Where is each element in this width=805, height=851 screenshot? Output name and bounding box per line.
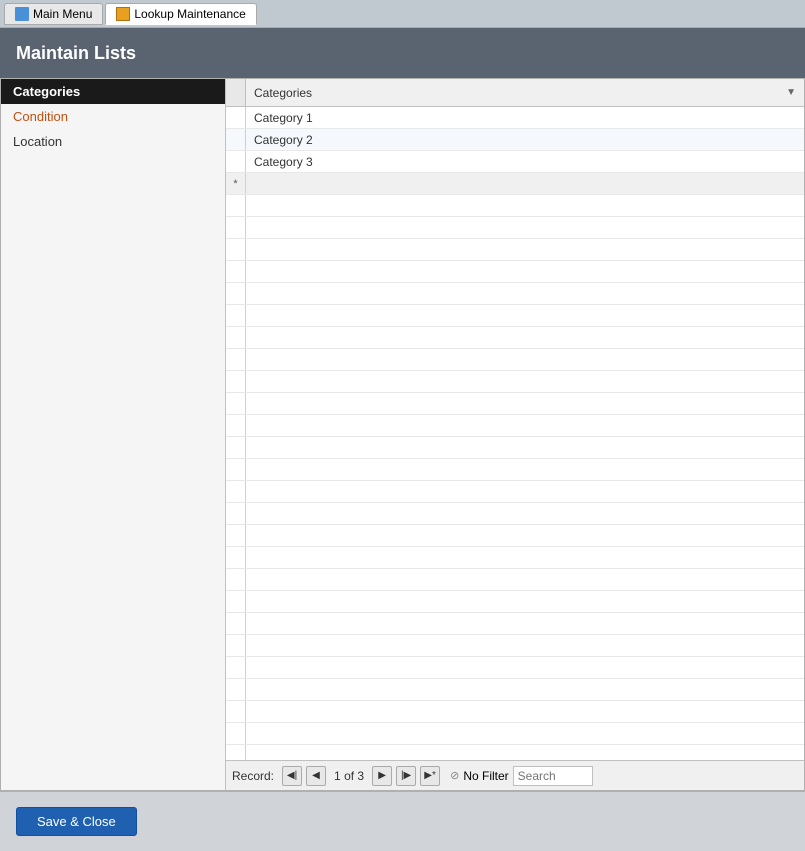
sidebar: Categories Condition Location	[1, 79, 226, 790]
save-close-button[interactable]: Save & Close	[16, 807, 137, 836]
record-label: Record:	[232, 769, 274, 783]
row-cell-1[interactable]: Category 1	[246, 107, 804, 128]
row-indicator-2	[226, 129, 246, 150]
empty-row	[226, 195, 804, 217]
empty-row	[226, 327, 804, 349]
tab-main-menu[interactable]: Main Menu	[4, 3, 103, 25]
empty-row	[226, 437, 804, 459]
tab-bar: Main Menu Lookup Maintenance	[0, 0, 805, 28]
next-record-button[interactable]: ▶	[372, 766, 392, 786]
empty-row	[226, 657, 804, 679]
lookup-icon	[116, 7, 130, 21]
column-dropdown-icon[interactable]: ▼	[786, 87, 796, 98]
record-info: 1 of 3	[334, 769, 364, 783]
column-header-label: Categories	[254, 86, 312, 100]
empty-row	[226, 503, 804, 525]
main-menu-icon	[15, 7, 29, 21]
filter-icon: ⊘	[450, 769, 459, 782]
empty-row	[226, 635, 804, 657]
filter-label: No Filter	[463, 769, 508, 783]
empty-row	[226, 613, 804, 635]
empty-row	[226, 679, 804, 701]
filter-area: ⊘ No Filter	[450, 769, 509, 783]
table-row[interactable]: Category 2	[226, 129, 804, 151]
first-record-button[interactable]: ◀|	[282, 766, 302, 786]
new-row-indicator: *	[226, 173, 246, 194]
tab-lookup-maintenance[interactable]: Lookup Maintenance	[105, 3, 256, 25]
new-record-button[interactable]: ▶*	[420, 766, 440, 786]
empty-row	[226, 591, 804, 613]
empty-row	[226, 371, 804, 393]
right-panel: Categories ▼ Category 1 Category 2 Categ…	[226, 79, 804, 790]
nav-bar: Record: ◀| ◀ 1 of 3 ▶ |▶ ▶* ⊘ No Filter	[226, 760, 804, 790]
empty-row	[226, 217, 804, 239]
new-row[interactable]: *	[226, 173, 804, 195]
empty-row	[226, 415, 804, 437]
empty-row	[226, 349, 804, 371]
row-num-header	[226, 79, 246, 106]
bottom-bar: Save & Close	[0, 791, 805, 851]
empty-row	[226, 547, 804, 569]
tab-lookup-maintenance-label: Lookup Maintenance	[134, 7, 245, 21]
empty-row	[226, 745, 804, 760]
empty-row	[226, 569, 804, 591]
main-content: Categories Condition Location Categories…	[0, 78, 805, 791]
table-row[interactable]: Category 3	[226, 151, 804, 173]
empty-row	[226, 481, 804, 503]
search-input[interactable]	[513, 766, 593, 786]
row-indicator-3	[226, 151, 246, 172]
row-cell-3[interactable]: Category 3	[246, 151, 804, 172]
sidebar-item-location[interactable]: Location	[1, 129, 225, 154]
row-cell-2[interactable]: Category 2	[246, 129, 804, 150]
empty-row	[226, 723, 804, 745]
sidebar-item-categories[interactable]: Categories	[1, 79, 225, 104]
page-title: Maintain Lists	[16, 43, 136, 64]
empty-row	[226, 525, 804, 547]
empty-row	[226, 239, 804, 261]
last-record-button[interactable]: |▶	[396, 766, 416, 786]
row-indicator-1	[226, 107, 246, 128]
column-header-cell[interactable]: Categories ▼	[246, 79, 804, 106]
empty-row	[226, 459, 804, 481]
empty-row	[226, 261, 804, 283]
data-area: Category 1 Category 2 Category 3 * // Ge…	[226, 107, 804, 760]
tab-main-menu-label: Main Menu	[33, 7, 92, 21]
column-header: Categories ▼	[226, 79, 804, 107]
new-row-cell	[246, 173, 804, 194]
empty-row	[226, 305, 804, 327]
table-row[interactable]: Category 1	[226, 107, 804, 129]
empty-row	[226, 283, 804, 305]
empty-row	[226, 393, 804, 415]
empty-row	[226, 701, 804, 723]
prev-record-button[interactable]: ◀	[306, 766, 326, 786]
sidebar-item-condition[interactable]: Condition	[1, 104, 225, 129]
page-header: Maintain Lists	[0, 28, 805, 78]
